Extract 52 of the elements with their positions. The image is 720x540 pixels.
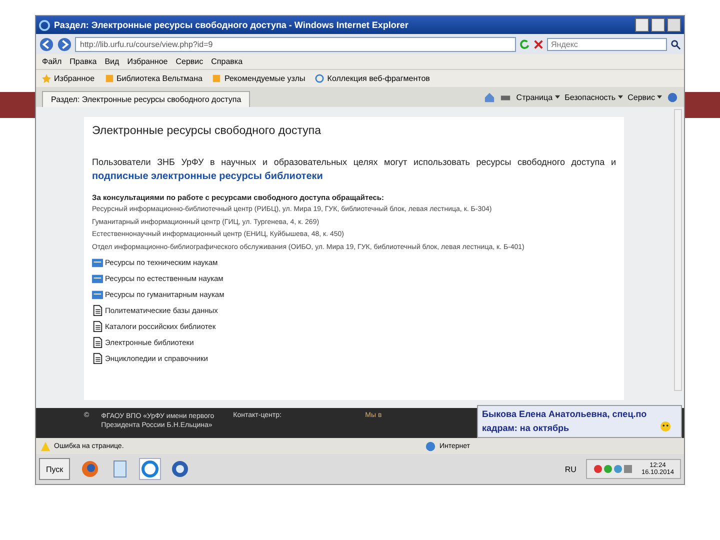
refresh-icon[interactable] [519,38,530,50]
fox-browser-icon[interactable] [80,459,100,479]
forward-icon[interactable] [57,36,72,52]
caret-icon [618,95,623,99]
minimize-button[interactable] [635,18,649,32]
maximize-button[interactable] [651,18,665,32]
scrollbar[interactable] [674,109,682,391]
browser-app-icon[interactable] [140,459,160,479]
menu-item[interactable]: Вид [104,57,120,66]
document-icon [92,352,103,364]
folder-icon [92,288,103,300]
favorites-link[interactable]: Рекомендуемые узлы [212,74,306,83]
favorites-link[interactable]: Коллекция веб-фрагментов [315,74,430,83]
address-field[interactable]: http://lib.urfu.ru/course/view.php?id=9 [75,36,516,52]
stop-icon[interactable] [533,38,544,50]
menu-item[interactable]: Сервис [176,57,204,66]
smiley-icon [660,421,671,432]
mail-app-icon[interactable] [170,459,190,479]
caret-icon [657,95,662,99]
document-icon [92,336,103,348]
caret-icon [554,95,560,99]
page-heading: Электронные ресурсы свободного доступа [92,125,322,137]
search-field[interactable]: Яндекс [547,38,667,50]
menu-item[interactable]: Файл [42,57,62,66]
back-icon[interactable] [39,36,54,52]
folder-icon [92,256,103,268]
star-icon [42,74,51,83]
start-button[interactable]: Пуск [39,458,70,480]
command-menu[interactable]: Страница [516,92,553,102]
document-icon [92,320,103,332]
browser-tab[interactable]: Раздел: Электронные ресурсы свободного доступа [42,91,250,107]
favorites-link[interactable]: Библиотека Вельтмана [104,74,202,83]
document-icon [92,304,103,316]
close-button[interactable] [667,18,681,32]
menu-item[interactable]: Избранное [127,57,168,66]
browser-logo-icon [39,20,50,30]
home-icon[interactable] [484,92,496,102]
command-menu[interactable]: Сервис [628,92,655,102]
menu-item[interactable]: Справка [211,57,243,66]
subscription-link[interactable]: подписные электронные ресурсы библиотеки [92,171,323,182]
intro-paragraph: Пользователи ЗНБ УрФУ в научных и образовательных целях могут использовать ресурсы свободного доступа и подписные электронные ресурсы библиотеки [92,156,616,184]
folder-icon [92,272,103,284]
notification-text: Быкова Елена Анатольевна, спец.по кадрам: на октябрь [482,408,648,435]
tray-icons-drawing[interactable] [593,464,634,474]
search-icon[interactable] [670,38,681,50]
notification-popup[interactable]: Быкова Елена Анатольевна, спец.по кадрам: на октябрь [477,405,682,438]
window-title: Раздел: Электронные ресурсы свободного доступа - Windows Internet Explorer [54,20,408,30]
language-indicator[interactable]: RU [564,464,576,474]
command-menu[interactable]: Безопасность [564,92,616,102]
favorites-link[interactable]: Избранное [42,74,95,83]
browser-logo-icon [315,74,324,83]
menu-item[interactable]: Правка [70,57,97,66]
